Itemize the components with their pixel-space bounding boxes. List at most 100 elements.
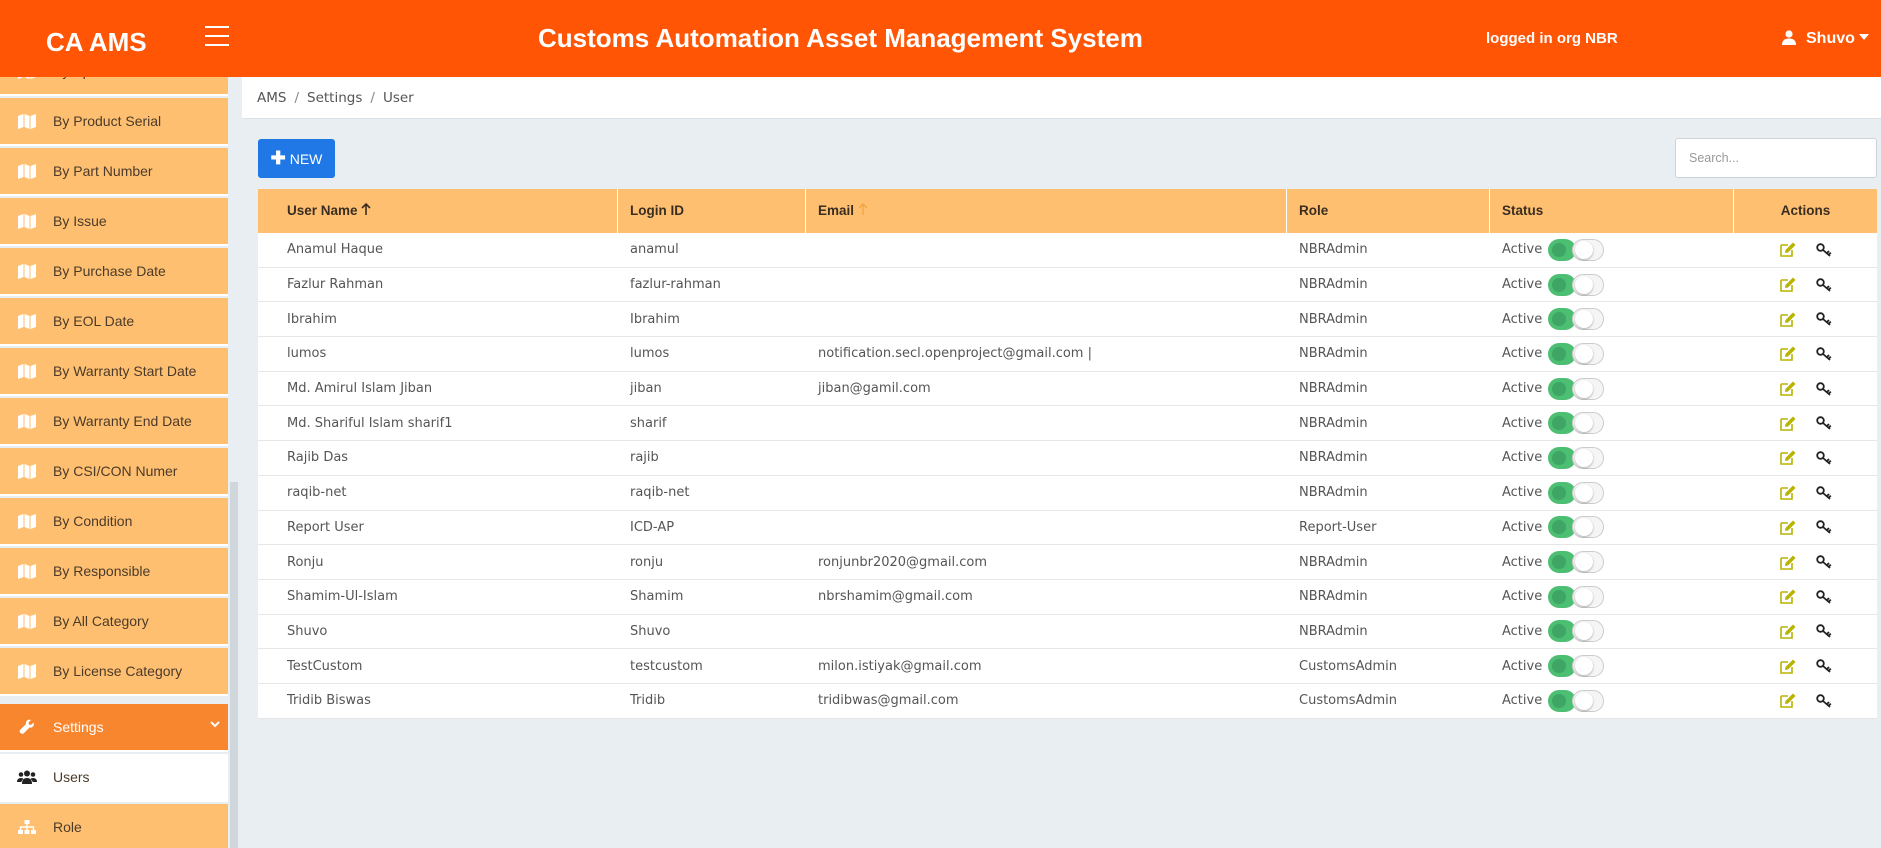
status-toggle[interactable]: [1548, 585, 1609, 608]
key-icon[interactable]: [1816, 416, 1832, 430]
table-header: User Name Login ID Email Role Status Act…: [258, 189, 1877, 233]
sidebar-item-by-purchase-date[interactable]: By Purchase Date: [0, 248, 228, 296]
sidebar-scrollbar[interactable]: [230, 482, 238, 848]
user-menu[interactable]: Shuvo: [1782, 0, 1869, 77]
column-header-status[interactable]: Status: [1490, 189, 1734, 233]
key-icon[interactable]: [1816, 381, 1832, 396]
breadcrumb: AMS / Settings / User: [242, 77, 1881, 119]
sidebar-item-label: By Issue: [53, 213, 107, 229]
edit-icon[interactable]: [1780, 485, 1796, 500]
cell-login-id: Ibrahim: [630, 311, 680, 327]
status-toggle[interactable]: [1548, 620, 1609, 643]
key-icon[interactable]: [1816, 347, 1832, 361]
key-icon[interactable]: [1816, 555, 1832, 569]
status-toggle[interactable]: [1548, 273, 1609, 296]
breadcrumb-item-ams[interactable]: AMS: [257, 90, 286, 106]
sitemap-icon: [0, 820, 53, 834]
sidebar-item-by-all-category[interactable]: By All Category: [0, 598, 228, 646]
edit-icon[interactable]: [1780, 624, 1796, 639]
search-input[interactable]: [1675, 138, 1877, 178]
key-icon[interactable]: [1816, 277, 1832, 292]
status-toggle[interactable]: [1548, 481, 1609, 504]
sidebar-item-label: By Product Serial: [53, 113, 162, 129]
edit-icon[interactable]: [1780, 381, 1796, 396]
edit-icon[interactable]: [1780, 450, 1796, 466]
toggle-off-knob: [1572, 412, 1605, 435]
column-header-username[interactable]: User Name: [258, 189, 618, 233]
key-icon[interactable]: [1816, 520, 1832, 535]
key-icon[interactable]: [1816, 590, 1832, 604]
column-header-login[interactable]: Login ID: [618, 189, 806, 233]
new-user-button[interactable]: ✚ NEW: [258, 139, 335, 178]
sidebar-item-by-product-serial[interactable]: By Product Serial: [0, 98, 228, 146]
cell-login-id: anamul: [630, 242, 679, 258]
edit-icon[interactable]: [1780, 277, 1796, 292]
cell-status: Active: [1490, 342, 1734, 365]
key-icon[interactable]: [1816, 624, 1832, 639]
key-icon[interactable]: [1816, 485, 1832, 500]
edit-icon[interactable]: [1780, 693, 1796, 709]
status-toggle[interactable]: [1548, 412, 1609, 435]
sidebar-item-settings[interactable]: Settings: [0, 704, 228, 752]
sidebar-item-by-specification[interactable]: By Specification: [0, 77, 228, 96]
sidebar-item-by-csi-con-numer[interactable]: By CSI/CON Numer: [0, 448, 228, 496]
column-header-role[interactable]: Role: [1287, 189, 1490, 233]
sidebar-item-by-condition[interactable]: By Condition: [0, 498, 228, 546]
status-toggle[interactable]: [1548, 342, 1609, 365]
status-label: Active: [1502, 554, 1543, 570]
edit-icon[interactable]: [1780, 659, 1796, 674]
cell-role: NBRAdmin: [1299, 346, 1368, 362]
column-header-email[interactable]: Email: [806, 189, 1287, 233]
status-toggle[interactable]: [1548, 551, 1609, 574]
edit-icon[interactable]: [1780, 242, 1796, 258]
key-icon[interactable]: [1816, 694, 1832, 708]
cell-status: Active: [1490, 585, 1734, 608]
edit-icon[interactable]: [1780, 346, 1796, 362]
edit-icon[interactable]: [1780, 555, 1796, 570]
breadcrumb-separator: /: [370, 90, 375, 106]
status-toggle[interactable]: [1548, 655, 1609, 678]
table-row: Shuvo Shuvo NBRAdmin Active: [258, 615, 1877, 650]
edit-icon[interactable]: [1780, 416, 1796, 431]
breadcrumb-item-settings[interactable]: Settings: [307, 90, 362, 106]
brand-logo[interactable]: CA AMS: [46, 0, 147, 77]
edit-icon[interactable]: [1780, 589, 1796, 605]
status-toggle[interactable]: [1548, 308, 1609, 331]
sidebar-item-by-responsible[interactable]: By Responsible: [0, 548, 228, 596]
table-body: Anamul Haque anamul NBRAdmin Active Fazlur R…: [258, 233, 1877, 719]
sidebar-item-by-license-category[interactable]: By License Category: [0, 648, 228, 696]
sidebar: By Specification By Product Serial By Part…: [0, 77, 240, 848]
sidebar-item-role[interactable]: Role: [0, 804, 228, 848]
cell-actions: [1734, 381, 1877, 396]
cell-login-id: sharif: [630, 415, 667, 431]
cell-actions: [1734, 485, 1877, 500]
key-icon[interactable]: [1816, 243, 1832, 257]
hamburger-menu-icon[interactable]: [205, 26, 229, 48]
edit-icon[interactable]: [1780, 520, 1796, 535]
sidebar-item-label: By Part Number: [53, 163, 153, 179]
sidebar-item-by-part-number[interactable]: By Part Number: [0, 148, 228, 196]
sidebar-item-by-warranty-end-date[interactable]: By Warranty End Date: [0, 398, 228, 446]
table-row: Fazlur Rahman fazlur-rahman NBRAdmin Active: [258, 268, 1877, 303]
status-toggle[interactable]: [1548, 377, 1609, 400]
edit-icon[interactable]: [1780, 312, 1796, 327]
cell-login-id: ICD-AP: [630, 519, 675, 535]
table-row: Report User ICD-AP Report-User Active: [258, 511, 1877, 546]
cell-actions: [1734, 624, 1877, 639]
status-toggle[interactable]: [1548, 446, 1609, 469]
table-row: Ibrahim Ibrahim NBRAdmin Active: [258, 302, 1877, 338]
status-toggle[interactable]: [1548, 516, 1609, 539]
key-icon[interactable]: [1816, 312, 1832, 326]
status-toggle[interactable]: [1548, 238, 1609, 261]
status-toggle[interactable]: [1548, 689, 1609, 712]
cell-role: NBRAdmin: [1299, 277, 1368, 293]
cell-status: Active: [1490, 446, 1734, 469]
sidebar-item-by-issue[interactable]: By Issue: [0, 198, 228, 246]
sidebar-item-by-eol-date[interactable]: By EOL Date: [0, 298, 228, 346]
key-icon[interactable]: [1816, 659, 1832, 673]
key-icon[interactable]: [1816, 451, 1832, 465]
sidebar-item-by-warranty-start-date[interactable]: By Warranty Start Date: [0, 348, 228, 396]
sidebar-item-users[interactable]: Users: [0, 754, 228, 802]
map-icon: [0, 313, 53, 329]
user-name: Shuvo: [1806, 30, 1855, 47]
